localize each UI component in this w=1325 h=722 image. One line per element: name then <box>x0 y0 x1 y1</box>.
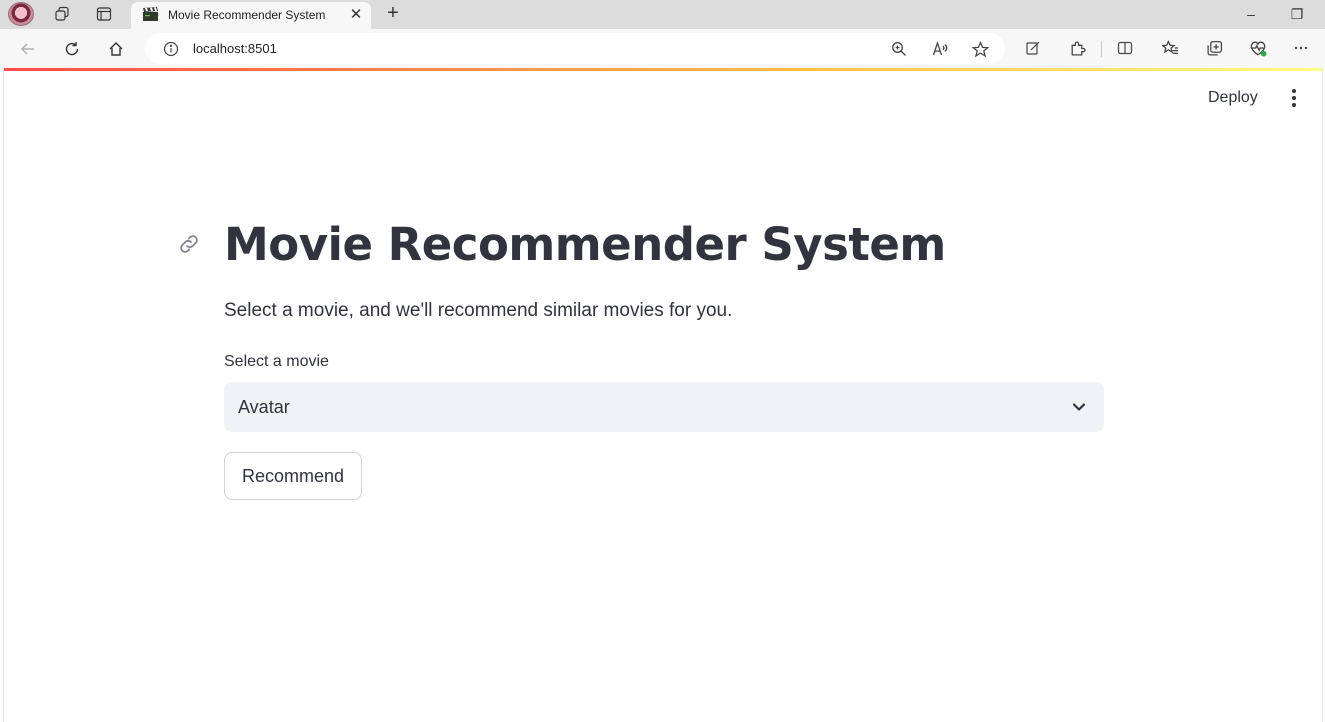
browser-toolbar: localhost:8501 <box>0 29 1325 69</box>
page-title: Movie Recommender System <box>224 218 946 271</box>
movie-select-value: Avatar <box>238 397 290 417</box>
refresh-button[interactable] <box>59 37 85 61</box>
split-screen-icon[interactable] <box>1115 38 1135 58</box>
toolbar-divider <box>1101 41 1102 57</box>
tab-movie-recommender[interactable]: Movie Recommender System ✕ <box>131 2 371 29</box>
extensions-icon[interactable] <box>1067 38 1087 58</box>
collections-icon[interactable] <box>1204 38 1224 58</box>
movie-select-label: Select a movie <box>224 353 329 370</box>
zoom-icon[interactable] <box>890 40 908 58</box>
favorite-star-icon[interactable] <box>971 40 989 58</box>
clapperboard-icon <box>143 7 158 21</box>
home-icon <box>109 42 123 56</box>
link-icon[interactable] <box>177 232 201 256</box>
kebab-menu-icon[interactable] <box>1284 86 1304 110</box>
url-text[interactable]: localhost:8501 <box>193 41 277 56</box>
home-button[interactable] <box>103 37 129 61</box>
movie-select[interactable]: Avatar <box>224 382 1104 432</box>
refresh-icon <box>65 42 79 56</box>
back-arrow-icon <box>20 43 34 55</box>
close-tab-icon[interactable]: ✕ <box>347 6 365 24</box>
read-aloud-icon[interactable] <box>931 40 949 58</box>
page-description: Select a movie, and we'll recommend simi… <box>224 300 733 321</box>
deploy-button[interactable]: Deploy <box>1199 86 1267 110</box>
profile-avatar[interactable] <box>8 2 34 26</box>
page-viewport: Deploy Movie Recommender System Select a… <box>3 68 1323 722</box>
restore-button[interactable]: ❐ <box>1285 4 1309 24</box>
edit-icon[interactable] <box>1023 38 1043 58</box>
recommend-button[interactable]: Recommend <box>224 452 362 500</box>
settings-more-icon[interactable] <box>1291 38 1311 58</box>
new-tab-button[interactable]: + <box>382 3 404 25</box>
tab-title: Movie Recommender System <box>168 8 326 22</box>
header-decoration-bar <box>4 68 1322 71</box>
address-bar[interactable]: localhost:8501 <box>145 33 1005 64</box>
chevron-down-icon <box>1072 403 1086 411</box>
browser-tab-bar: Movie Recommender System ✕ + – ❐ <box>0 0 1325 29</box>
browser-essentials-icon[interactable] <box>1248 38 1268 58</box>
site-info-icon[interactable] <box>163 41 179 57</box>
tab-actions-icon[interactable] <box>92 3 116 25</box>
workspaces-icon[interactable] <box>50 3 74 25</box>
minimize-button[interactable]: – <box>1239 4 1263 24</box>
favorites-icon[interactable] <box>1160 38 1180 58</box>
back-button[interactable] <box>15 37 41 61</box>
